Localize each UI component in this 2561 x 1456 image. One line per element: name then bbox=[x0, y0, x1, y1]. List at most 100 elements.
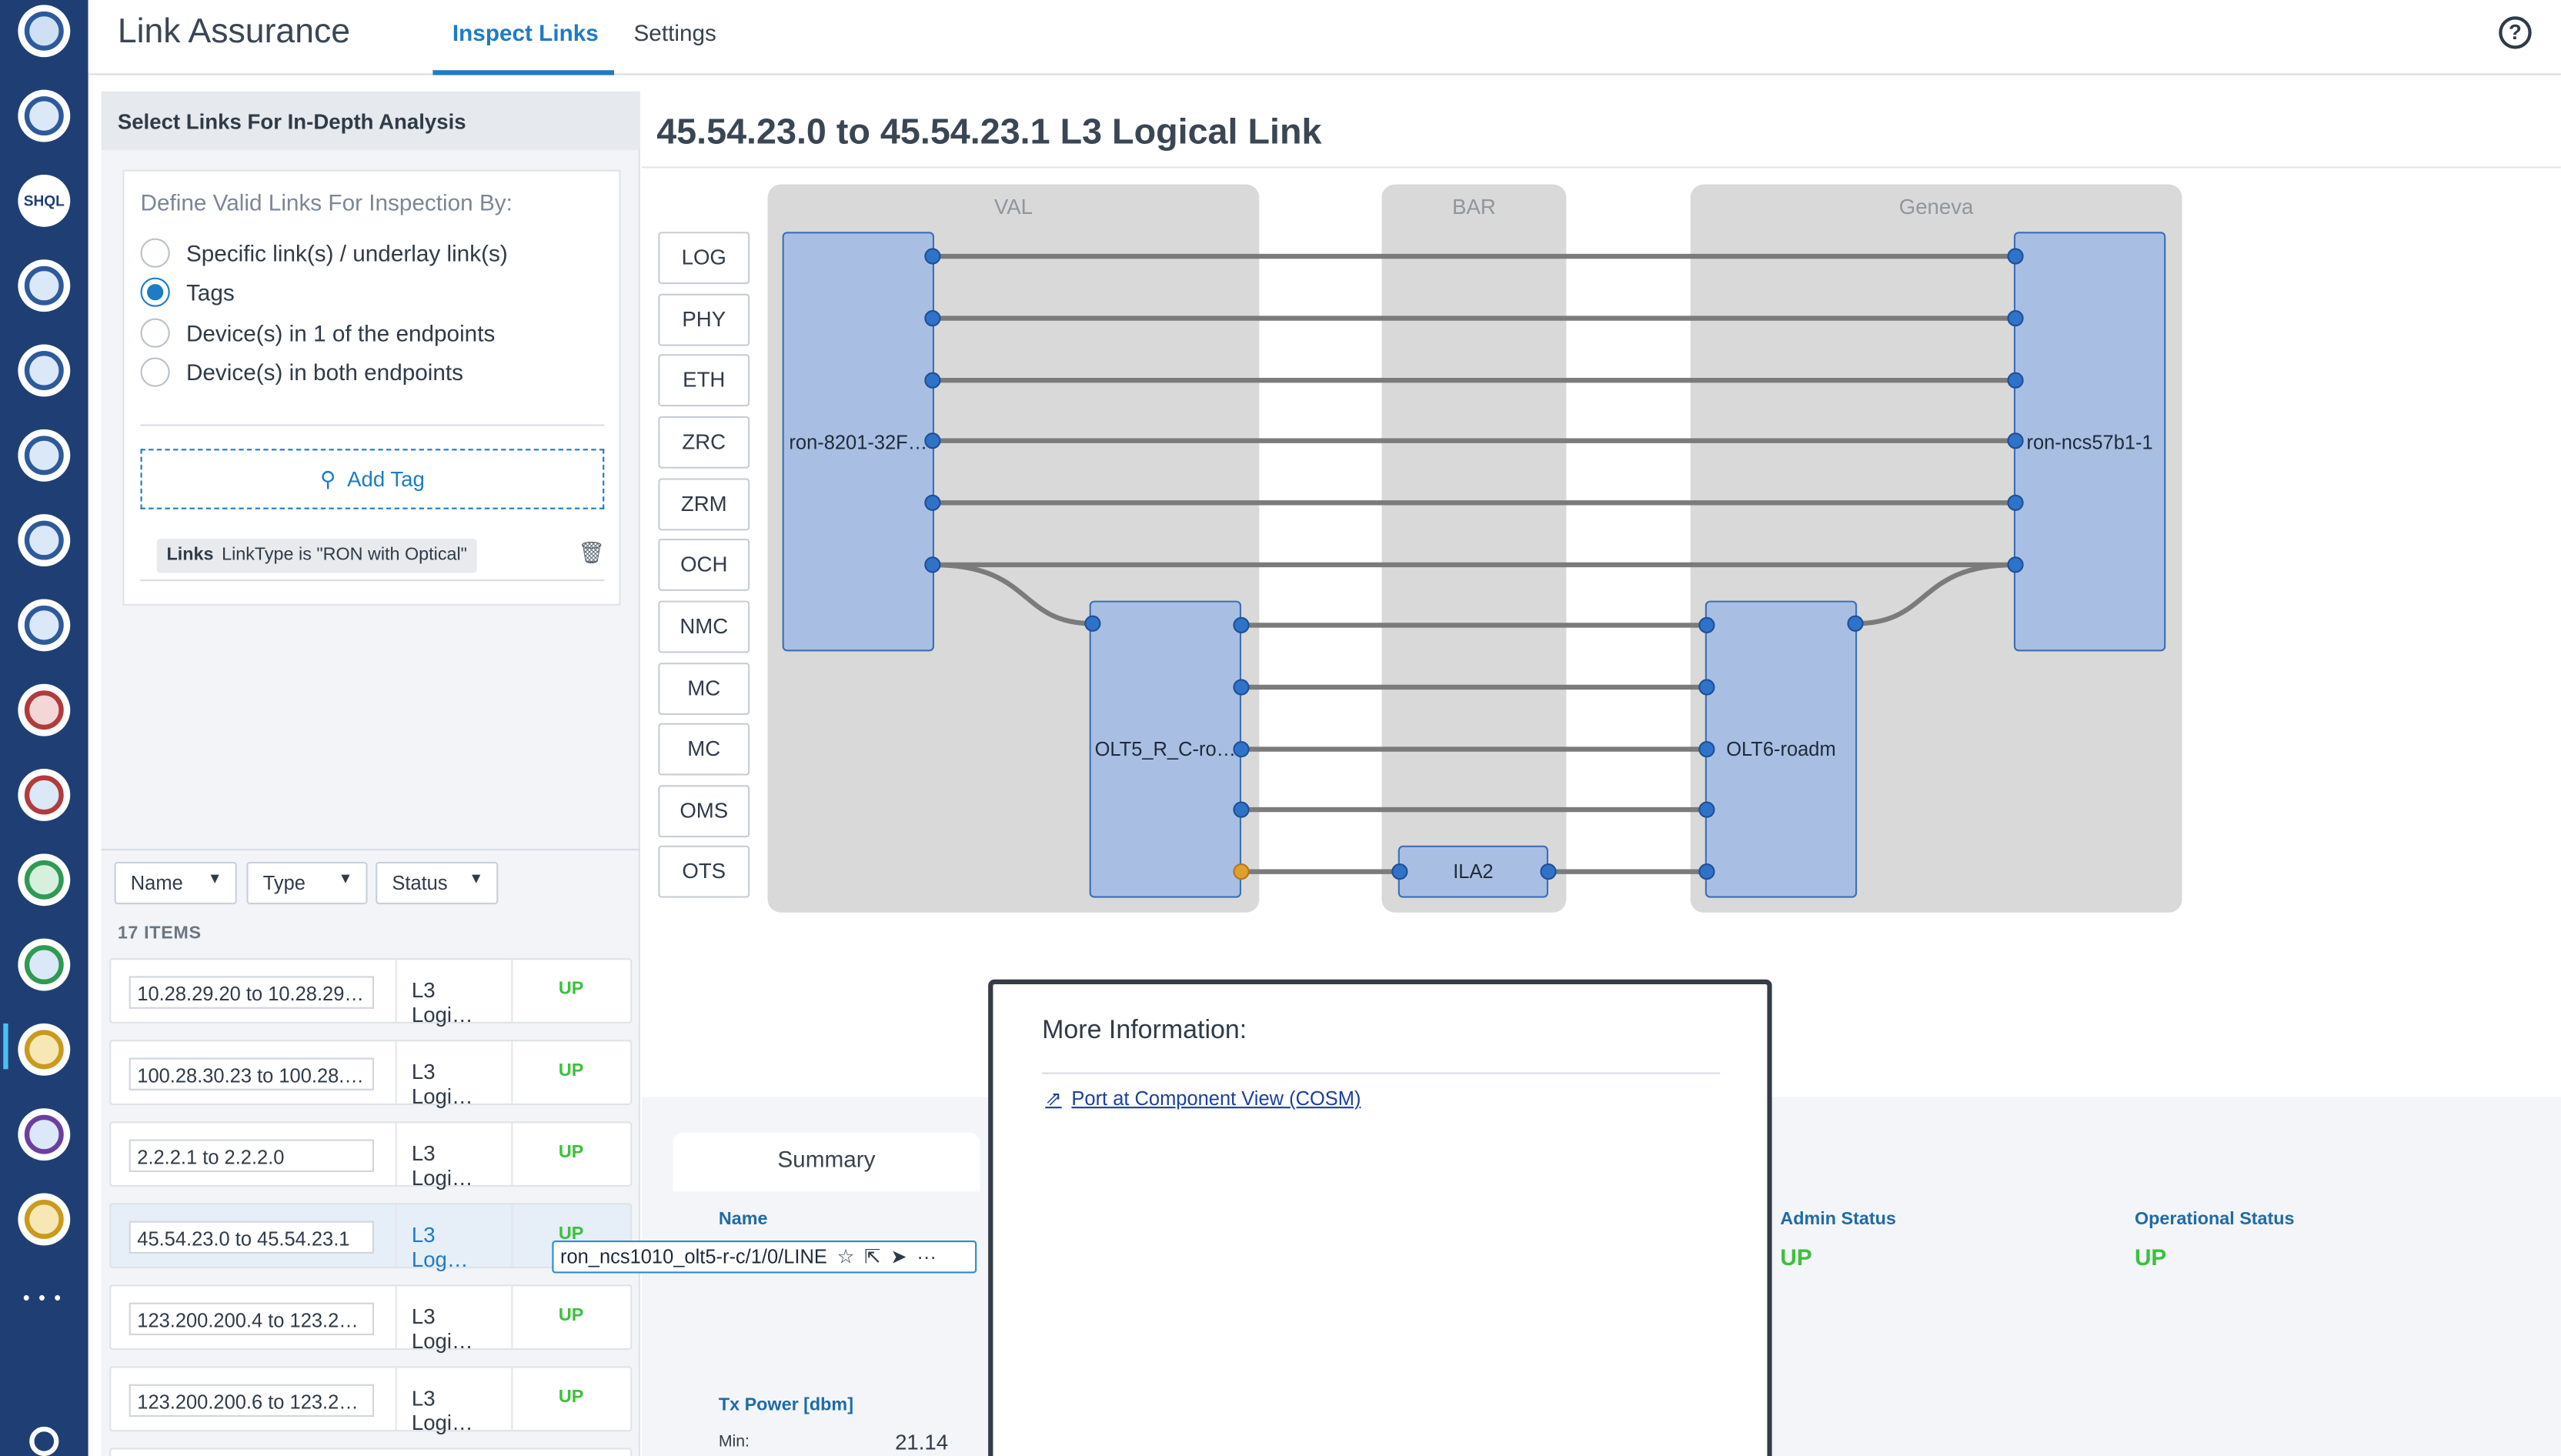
checklist-icon[interactable] bbox=[18, 853, 71, 907]
layers-icon[interactable] bbox=[18, 514, 71, 567]
gear-icon[interactable] bbox=[29, 1426, 59, 1456]
radio-specific-links[interactable]: Specific link(s) / underlay link(s) bbox=[140, 238, 508, 268]
table-row[interactable] bbox=[109, 1448, 633, 1456]
table-row[interactable]: 2.2.2.1 to 2.2.2.0 L3 Logi… UP bbox=[109, 1121, 633, 1190]
port-dot bbox=[2007, 248, 2024, 265]
radio-circle[interactable] bbox=[140, 357, 170, 387]
port-dot bbox=[1540, 863, 1557, 880]
radio-circle-selected[interactable] bbox=[140, 277, 170, 307]
table-row[interactable]: 100.28.30.23 to 100.28.3… L3 Logi… UP bbox=[109, 1040, 633, 1108]
dashboard-icon[interactable] bbox=[18, 89, 71, 142]
status-filter[interactable]: Status ▼ bbox=[376, 861, 499, 905]
name-filter[interactable]: Name ▼ bbox=[114, 861, 237, 905]
radio-label: Specific link(s) / underlay link(s) bbox=[185, 239, 508, 266]
define-label: Define Valid Links For Inspection By: bbox=[140, 189, 513, 215]
operational-status-label: Operational Status bbox=[2134, 1209, 2295, 1230]
add-tag-label: Add Tag bbox=[347, 466, 425, 492]
port-dot bbox=[924, 556, 941, 573]
port-dot-selected bbox=[1233, 863, 1250, 880]
app-rail: SHQL • • • bbox=[0, 0, 88, 1456]
port-dot bbox=[1391, 863, 1408, 880]
panel-header: Select Links For In-Depth Analysis bbox=[101, 91, 640, 151]
topology-icon[interactable] bbox=[18, 938, 71, 991]
port-dot bbox=[1698, 616, 1715, 633]
port-dot bbox=[1233, 740, 1250, 758]
port-dot bbox=[924, 432, 941, 449]
tag-text: LinkType is "RON with Optical" bbox=[222, 545, 467, 565]
more-icon[interactable]: • • • bbox=[23, 1286, 63, 1309]
radio-circle[interactable] bbox=[140, 238, 170, 268]
port-dot bbox=[1698, 801, 1715, 818]
row-type: L3 Logi… bbox=[395, 1123, 510, 1190]
port-dot bbox=[1233, 616, 1250, 633]
link-assurance-icon[interactable] bbox=[18, 1023, 71, 1076]
radio-label: Device(s) in 1 of the endpoints bbox=[185, 319, 496, 346]
library-icon[interactable] bbox=[18, 683, 71, 736]
map-icon[interactable] bbox=[18, 429, 71, 482]
cosm-link[interactable]: ⇗ Port at Component View (COSM) bbox=[1045, 1087, 1361, 1110]
cosm-link-label: Port at Component View (COSM) bbox=[1071, 1087, 1361, 1110]
external-link-icon[interactable]: ⇱ bbox=[864, 1245, 880, 1268]
row-type: L3 Log… bbox=[395, 1204, 510, 1271]
radar-icon[interactable] bbox=[18, 259, 71, 312]
table-row[interactable]: 123.200.200.4 to 123.200… L3 Logi… UP bbox=[109, 1284, 633, 1353]
app-title: Link Assurance bbox=[117, 12, 351, 51]
table-row[interactable]: 123.200.200.6 to 123.200… L3 Logi… UP bbox=[109, 1366, 633, 1434]
shql-label: SHQL bbox=[23, 192, 65, 209]
divider bbox=[101, 848, 640, 851]
tab-summary[interactable]: Summary bbox=[673, 1133, 980, 1192]
radio-both-endpoints[interactable]: Device(s) in both endpoints bbox=[140, 357, 464, 387]
radio-circle[interactable] bbox=[140, 318, 170, 348]
shql-icon[interactable]: SHQL bbox=[18, 174, 71, 227]
port-dot bbox=[1084, 615, 1101, 632]
help-icon[interactable]: ? bbox=[2499, 16, 2532, 49]
table-row[interactable]: 10.28.29.20 to 10.28.29.21 L3 Logi… UP bbox=[109, 958, 633, 1027]
row-name: 123.200.200.4 to 123.200… bbox=[129, 1302, 375, 1336]
header: Link Assurance Inspect Links Settings ? bbox=[88, 0, 2561, 75]
row-name: 100.28.30.23 to 100.28.3… bbox=[129, 1057, 375, 1090]
row-type: L3 Logi… bbox=[395, 1041, 510, 1108]
tab-settings[interactable]: Settings bbox=[633, 19, 716, 45]
tab-inspect-links[interactable]: Inspect Links bbox=[452, 19, 599, 45]
star-icon[interactable]: ☆ bbox=[837, 1245, 855, 1268]
divider bbox=[140, 579, 605, 582]
name-label: Name bbox=[718, 1209, 768, 1230]
tag-chip[interactable]: Links LinkType is "RON with Optical" bbox=[156, 538, 477, 573]
navigate-icon[interactable]: ➤ bbox=[890, 1245, 907, 1268]
define-links-box: Define Valid Links For Inspection By: Sp… bbox=[122, 169, 621, 606]
trend-icon[interactable] bbox=[18, 599, 71, 652]
port-dot bbox=[2007, 310, 2024, 327]
operational-status-value: UP bbox=[2134, 1244, 2167, 1271]
port-dot bbox=[2007, 372, 2024, 389]
divider bbox=[140, 424, 605, 426]
port-name-field[interactable]: ron_ncs1010_olt5-r-c/1/0/LINE ☆ ⇱ ➤ ··· bbox=[552, 1241, 977, 1274]
divider bbox=[1042, 1072, 1720, 1074]
radio-one-endpoint[interactable]: Device(s) in 1 of the endpoints bbox=[140, 318, 496, 348]
more-information-popup: More Information: ⇗ Port at Component Vie… bbox=[988, 979, 1772, 1456]
chevron-down-icon: ▼ bbox=[469, 870, 484, 887]
port-name: ron_ncs1010_olt5-r-c/1/0/LINE bbox=[559, 1245, 827, 1269]
trash-icon[interactable]: 🗑 bbox=[578, 540, 605, 566]
coins-icon[interactable] bbox=[18, 1193, 71, 1246]
rail-active-indicator bbox=[3, 1023, 8, 1070]
add-tag-button[interactable]: ⚲ Add Tag bbox=[140, 449, 605, 509]
filter-label: Type bbox=[262, 871, 306, 895]
monitor-icon[interactable] bbox=[18, 769, 71, 821]
globe-icon[interactable] bbox=[18, 5, 71, 58]
row-status: UP bbox=[511, 1123, 632, 1185]
loop-icon[interactable] bbox=[18, 344, 71, 397]
row-status: UP bbox=[511, 1286, 632, 1349]
more-options-icon[interactable]: ··· bbox=[917, 1245, 936, 1268]
item-count: 17 ITEMS bbox=[117, 923, 202, 943]
type-filter[interactable]: Type ▼ bbox=[246, 861, 368, 905]
radio-label: Device(s) in both endpoints bbox=[185, 359, 464, 386]
radio-label: Tags bbox=[185, 279, 235, 306]
target-icon[interactable] bbox=[18, 1108, 71, 1161]
port-dot bbox=[2007, 494, 2024, 511]
popup-title: More Information: bbox=[1042, 1017, 1247, 1045]
min-label: Min: bbox=[718, 1433, 750, 1451]
min-value: 21.14 bbox=[895, 1430, 949, 1454]
row-type: L3 Logi… bbox=[395, 960, 510, 1027]
filter-label: Status bbox=[392, 871, 448, 895]
radio-tags[interactable]: Tags bbox=[140, 277, 235, 307]
